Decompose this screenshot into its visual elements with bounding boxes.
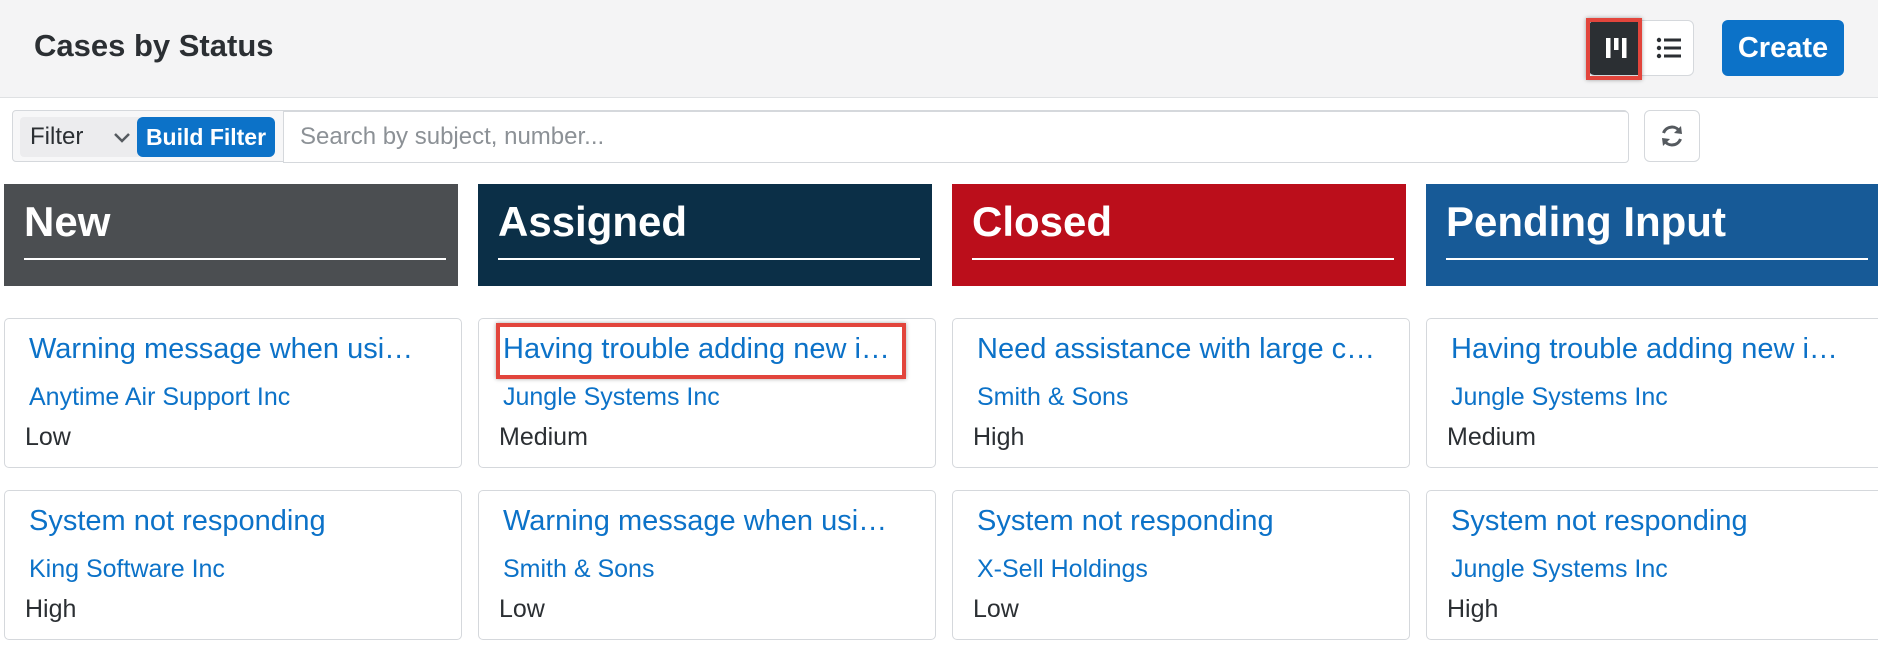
case-subject-link[interactable]: Warning message when usi… [29, 333, 439, 366]
column-header: Pending Input [1426, 184, 1878, 286]
account-link[interactable]: Jungle Systems Inc [1451, 555, 1668, 584]
refresh-button[interactable] [1644, 110, 1700, 162]
case-subject-link[interactable]: System not responding [1451, 505, 1861, 538]
filter-dropdown[interactable]: Filter [20, 117, 142, 157]
case-priority: Low [499, 595, 545, 623]
case-subject-link[interactable]: Having trouble adding new i… [503, 333, 913, 366]
case-card[interactable]: System not responding X-Sell Holdings Lo… [952, 490, 1410, 640]
case-subject-link[interactable]: System not responding [29, 505, 439, 538]
kanban-icon [1605, 38, 1626, 58]
column-header: New [4, 184, 458, 286]
list-icon [1656, 37, 1681, 59]
case-card[interactable]: Warning message when usi… Anytime Air Su… [4, 318, 462, 468]
case-subject-link[interactable]: Warning message when usi… [503, 505, 913, 538]
column-new: New Warning message when usi… Anytime Ai… [4, 184, 462, 640]
column-header: Closed [952, 184, 1406, 286]
case-card[interactable]: Having trouble adding new i… Jungle Syst… [1426, 318, 1878, 468]
list-view-button[interactable] [1642, 21, 1695, 75]
account-link[interactable]: Smith & Sons [503, 555, 654, 584]
account-link[interactable]: Jungle Systems Inc [1451, 383, 1668, 412]
column-assigned: Assigned Having trouble adding new i… Ju… [478, 184, 936, 640]
case-priority: High [1447, 595, 1499, 623]
account-link[interactable]: Jungle Systems Inc [503, 383, 720, 412]
case-card[interactable]: System not responding King Software Inc … [4, 490, 462, 640]
kanban-view-button[interactable] [1589, 21, 1642, 75]
account-link[interactable]: Anytime Air Support Inc [29, 383, 290, 412]
case-priority: Low [973, 595, 1019, 623]
view-toggle [1588, 20, 1694, 76]
column-title: Closed [972, 198, 1113, 245]
column-title: New [24, 198, 111, 245]
page-title: Cases by Status [34, 28, 274, 63]
chevron-down-icon [114, 133, 130, 143]
column-closed: Closed Need assistance with large c… Smi… [952, 184, 1410, 640]
page-header: Cases by Status Create [0, 0, 1878, 98]
refresh-icon [1662, 125, 1682, 147]
column-divider [498, 258, 920, 260]
column-header: Assigned [478, 184, 932, 286]
account-link[interactable]: King Software Inc [29, 555, 225, 584]
case-priority: Low [25, 423, 71, 451]
filter-dropdown-label: Filter [30, 123, 84, 150]
filter-bar: Filter Build Filter [12, 110, 1629, 163]
search-input[interactable] [283, 111, 1629, 163]
account-link[interactable]: Smith & Sons [977, 383, 1128, 412]
column-divider [24, 258, 446, 260]
column-title: Assigned [498, 198, 688, 245]
build-filter-button[interactable]: Build Filter [137, 117, 275, 157]
case-subject-link[interactable]: Need assistance with large c… [977, 333, 1387, 366]
column-title: Pending Input [1446, 198, 1726, 245]
case-subject-link[interactable]: Having trouble adding new i… [1451, 333, 1861, 366]
column-divider [972, 258, 1394, 260]
case-card[interactable]: Having trouble adding new i… Jungle Syst… [478, 318, 936, 468]
case-card[interactable]: Need assistance with large c… Smith & So… [952, 318, 1410, 468]
column-pending-input: Pending Input Having trouble adding new … [1426, 184, 1878, 640]
case-priority: High [973, 423, 1025, 451]
case-card[interactable]: System not responding Jungle Systems Inc… [1426, 490, 1878, 640]
case-priority: Medium [1447, 423, 1536, 451]
case-priority: Medium [499, 423, 588, 451]
case-subject-link[interactable]: System not responding [977, 505, 1387, 538]
case-priority: High [25, 595, 77, 623]
case-card[interactable]: Warning message when usi… Smith & Sons L… [478, 490, 936, 640]
create-button[interactable]: Create [1722, 20, 1844, 76]
column-divider [1446, 258, 1868, 260]
account-link[interactable]: X-Sell Holdings [977, 555, 1148, 584]
